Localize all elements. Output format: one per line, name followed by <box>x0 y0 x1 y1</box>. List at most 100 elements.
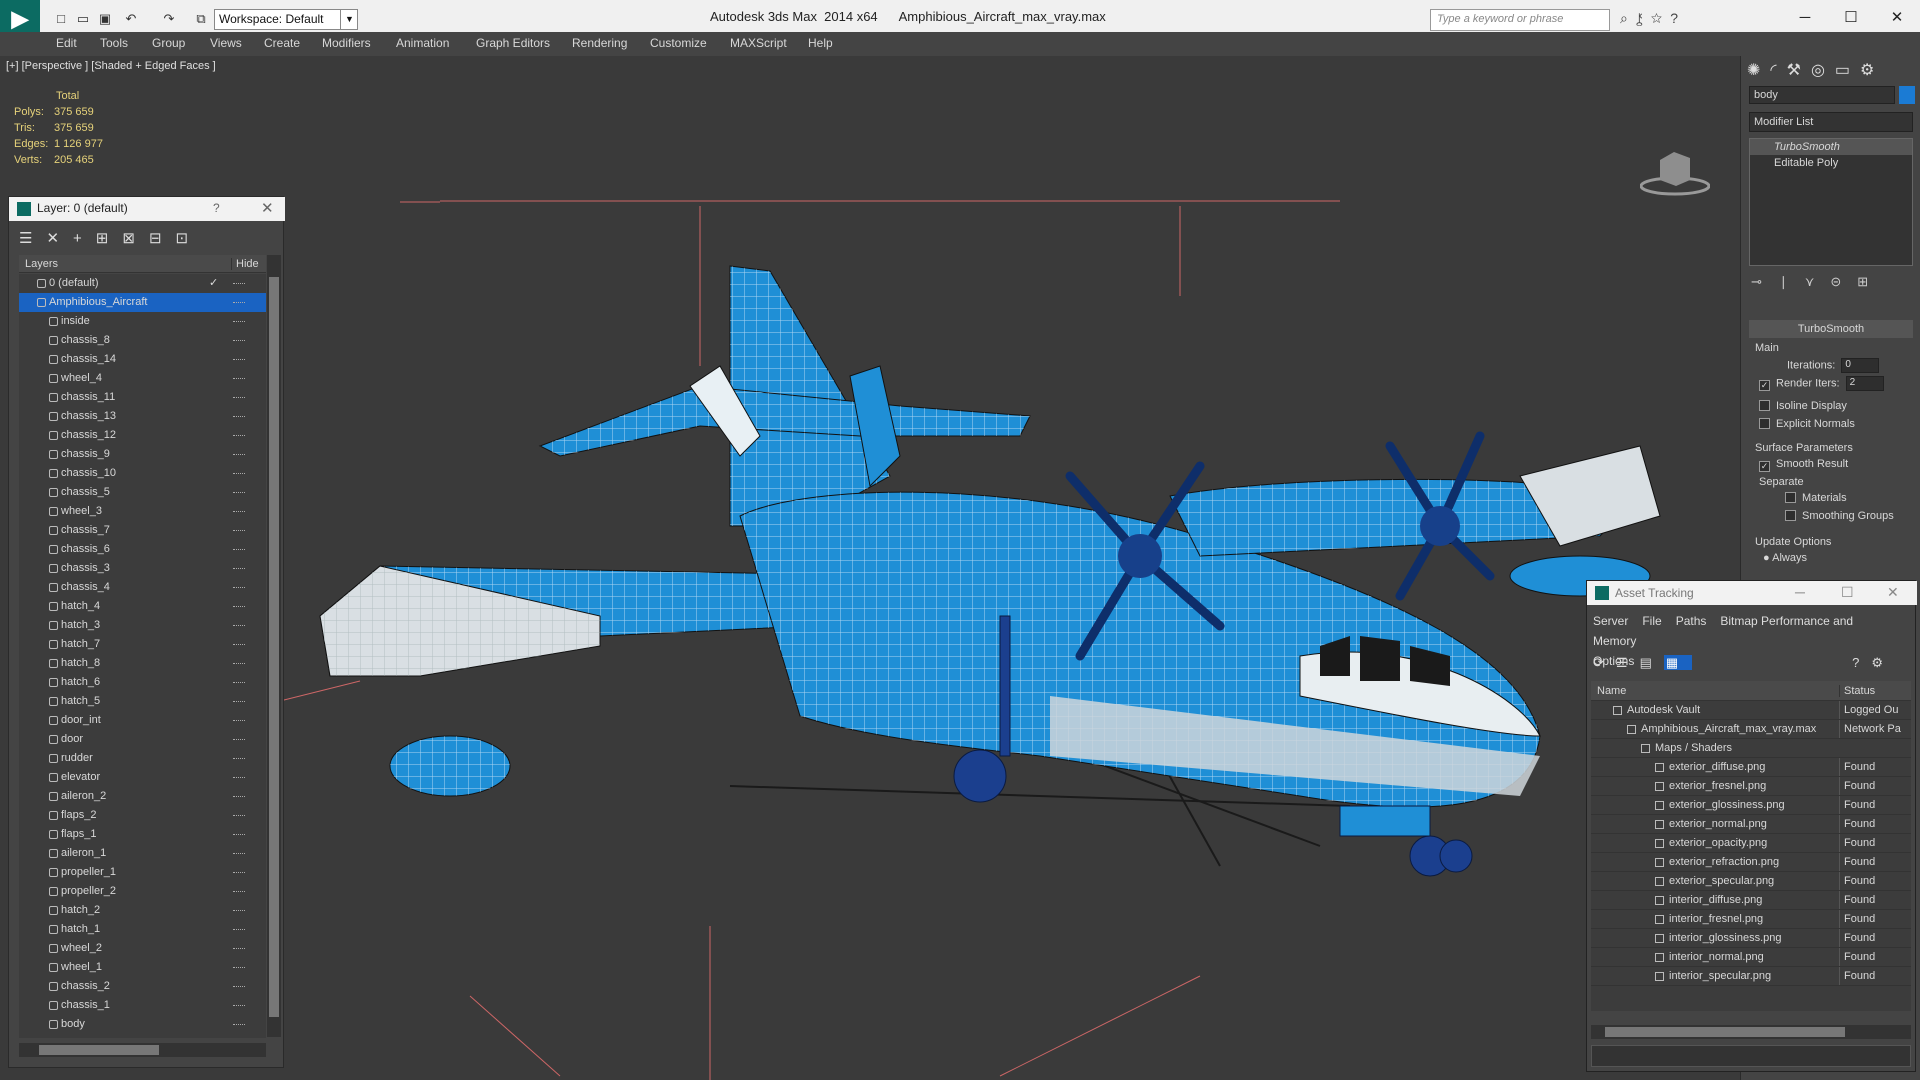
hide-toggle[interactable] <box>233 549 245 551</box>
hide-toggle[interactable] <box>233 492 245 494</box>
hide-toggle[interactable] <box>233 511 245 513</box>
motion-tab-icon[interactable]: ◎ <box>1811 62 1835 79</box>
new-layer-icon[interactable]: ☰ <box>19 230 46 247</box>
asset-row[interactable]: exterior_diffuse.png Found <box>1591 758 1911 777</box>
add-to-layer-icon[interactable]: + <box>73 230 96 247</box>
table-view-icon[interactable]: ▦ <box>1663 655 1693 670</box>
menu-bitmap-performance[interactable]: Bitmap Performance and Memory <box>1593 614 1853 648</box>
hide-toggle[interactable] <box>233 302 245 304</box>
create-tab-icon[interactable]: ✺ <box>1747 62 1770 79</box>
modifier-list-dropdown[interactable]: Modifier List <box>1749 112 1913 132</box>
new-file-icon[interactable]: □ <box>52 10 70 28</box>
active-layer-check-icon[interactable]: ✓ <box>209 274 218 293</box>
render-iters-spinner[interactable]: 2 <box>1845 376 1884 391</box>
layer-row[interactable]: hatch_4 <box>19 597 266 616</box>
scroll-thumb[interactable] <box>1605 1027 1845 1037</box>
smoothing-groups-row[interactable]: Smoothing Groups <box>1785 510 1894 522</box>
hide-toggle[interactable] <box>233 321 245 323</box>
explicit-normals-checkbox[interactable] <box>1759 418 1770 429</box>
col-name[interactable]: Name <box>1597 685 1626 697</box>
isoline-checkbox[interactable] <box>1759 400 1770 411</box>
layer-row[interactable]: hatch_7 <box>19 635 266 654</box>
layer-row[interactable]: aileron_2 <box>19 787 266 806</box>
layer-row[interactable]: hatch_2 <box>19 901 266 920</box>
asset-row[interactable]: exterior_refraction.png Found <box>1591 853 1911 872</box>
asset-row[interactable]: Maps / Shaders <box>1591 739 1911 758</box>
hide-toggle[interactable] <box>233 682 245 684</box>
menu-group[interactable]: Group <box>152 36 185 50</box>
hide-toggle[interactable] <box>233 530 245 532</box>
hide-toggle[interactable] <box>233 834 245 836</box>
asset-row[interactable]: interior_normal.png Found <box>1591 948 1911 967</box>
hide-toggle[interactable] <box>233 929 245 931</box>
configure-sets-icon[interactable]: ⊞ <box>1857 274 1884 289</box>
asset-row[interactable]: exterior_normal.png Found <box>1591 815 1911 834</box>
hide-toggle[interactable] <box>233 625 245 627</box>
thumbnail-view-icon[interactable]: ▤ <box>1640 655 1664 670</box>
menu-tools[interactable]: Tools <box>100 36 128 50</box>
maximize-button[interactable]: ☐ <box>1841 584 1854 601</box>
asset-row[interactable]: interior_fresnel.png Found <box>1591 910 1911 929</box>
hide-all-icon[interactable]: ⊟ <box>149 230 176 247</box>
show-end-result-icon[interactable]: ❘ <box>1778 274 1805 289</box>
maximize-button[interactable]: ☐ <box>1836 6 1866 30</box>
layer-row[interactable]: chassis_10 <box>19 464 266 483</box>
close-icon[interactable]: ✕ <box>261 199 274 217</box>
stack-item-turbosmooth[interactable]: TurboSmooth <box>1750 139 1912 155</box>
menu-paths[interactable]: Paths <box>1676 614 1707 628</box>
materials-checkbox[interactable] <box>1785 492 1796 503</box>
hide-toggle[interactable] <box>233 283 245 285</box>
modify-tab-icon[interactable]: ◜ <box>1770 62 1786 79</box>
help-icon[interactable]: ? <box>213 201 220 215</box>
asset-row[interactable]: exterior_specular.png Found <box>1591 872 1911 891</box>
hide-toggle[interactable] <box>233 644 245 646</box>
object-name-field[interactable]: body <box>1749 86 1895 104</box>
hide-toggle[interactable] <box>233 359 245 361</box>
materials-row[interactable]: Materials <box>1785 492 1847 504</box>
horizontal-scrollbar[interactable] <box>19 1043 266 1057</box>
layer-row[interactable]: body <box>19 1015 266 1034</box>
layer-row[interactable]: hatch_8 <box>19 654 266 673</box>
asset-row[interactable]: Autodesk Vault Logged Ou <box>1591 701 1911 720</box>
menu-customize[interactable]: Customize <box>650 36 707 50</box>
hide-toggle[interactable] <box>233 872 245 874</box>
layer-row[interactable]: chassis_13 <box>19 407 266 426</box>
select-in-layer-icon[interactable]: ⊞ <box>96 230 123 247</box>
iterations-spinner[interactable]: 0 <box>1841 358 1880 373</box>
asset-table[interactable]: Name Status Autodesk Vault Logged Ou Amphi… <box>1591 681 1911 1011</box>
workspace-dropdown[interactable]: Workspace: Default <box>214 9 358 30</box>
layer-row[interactable]: wheel_1 <box>19 958 266 977</box>
layer-row[interactable]: door_int <box>19 711 266 730</box>
chevron-down-icon[interactable]: ▼ <box>340 9 358 30</box>
layer-row[interactable]: chassis_5 <box>19 483 266 502</box>
menu-help[interactable]: Help <box>808 36 833 50</box>
utilities-tab-icon[interactable]: ⚙ <box>1860 62 1884 79</box>
hide-toggle[interactable] <box>233 701 245 703</box>
layer-row[interactable]: propeller_2 <box>19 882 266 901</box>
close-button[interactable]: ✕ <box>1882 6 1912 30</box>
layer-row[interactable]: chassis_8 <box>19 331 266 350</box>
hide-toggle[interactable] <box>233 340 245 342</box>
layer-row[interactable]: hatch_1 <box>19 920 266 939</box>
hide-toggle[interactable] <box>233 815 245 817</box>
object-color-swatch[interactable] <box>1899 86 1915 104</box>
turbosmooth-rollout-header[interactable]: TurboSmooth <box>1749 320 1913 338</box>
scroll-thumb[interactable] <box>269 277 279 1017</box>
delete-layer-icon[interactable]: ✕ <box>46 230 73 247</box>
hide-toggle[interactable] <box>233 416 245 418</box>
refresh-icon[interactable]: ⟳ <box>1593 655 1616 670</box>
viewport-label[interactable]: [+] [Perspective ] [Shaded + Edged Faces… <box>6 60 216 72</box>
hide-toggle[interactable] <box>233 568 245 570</box>
always-radio-row[interactable]: ● Always <box>1763 552 1807 564</box>
layer-row[interactable]: chassis_7 <box>19 521 266 540</box>
hide-toggle[interactable] <box>233 1005 245 1007</box>
layer-row[interactable]: door <box>19 730 266 749</box>
hide-toggle[interactable] <box>233 777 245 779</box>
modifier-stack[interactable]: TurboSmooth Editable Poly <box>1749 138 1913 266</box>
highlight-layer-icon[interactable]: ⊠ <box>122 230 149 247</box>
layer-row[interactable]: aileron_1 <box>19 844 266 863</box>
help-icon[interactable]: ? <box>1852 655 1871 670</box>
col-layers[interactable]: Layers <box>25 258 58 270</box>
layer-row[interactable]: propeller_1 <box>19 863 266 882</box>
isoline-display-row[interactable]: Isoline Display <box>1759 400 1847 412</box>
